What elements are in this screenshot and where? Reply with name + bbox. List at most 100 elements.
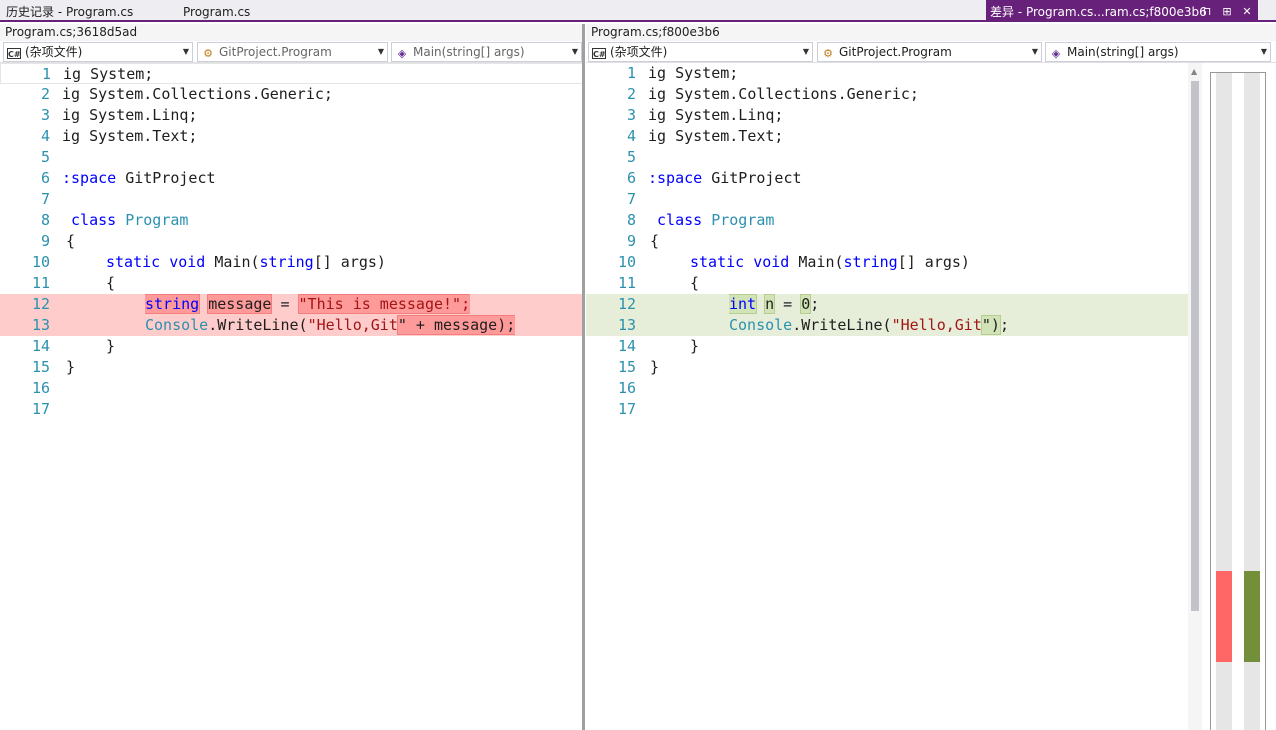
code-line: 5: [586, 147, 1188, 168]
line-number: 7: [40, 190, 50, 208]
scroll-up-arrow-icon[interactable]: ▲: [1191, 67, 1197, 76]
overview-deletion-marker[interactable]: [1216, 571, 1232, 662]
method-icon: ◈: [1051, 47, 1061, 60]
chevron-down-icon: ▼: [802, 47, 809, 56]
left-member-dropdown[interactable]: ◈ Main(string[] args) ▼: [391, 42, 582, 62]
code-line: 3 ig System.Linq;: [586, 105, 1188, 126]
code-line: 17: [586, 399, 1188, 420]
identifier: GitProject: [116, 169, 216, 187]
document-tab-bar: 历史记录 - Program.cs Program.cs 差异 - Progra…: [0, 0, 1276, 22]
vertical-scrollbar[interactable]: ▲: [1188, 63, 1202, 730]
maximize-icon[interactable]: ⊞: [1220, 0, 1234, 24]
code-text: :space GitProject: [62, 168, 216, 189]
keyword: void: [169, 253, 206, 271]
line-number: 17: [617, 400, 636, 418]
pane-splitter[interactable]: [582, 24, 585, 730]
line-number: 10: [617, 253, 636, 271]
line-number: 15: [31, 358, 50, 376]
code-line: 4 ig System.Text;: [0, 126, 583, 147]
left-code-editor[interactable]: 1 ig System; 2 ig System.Collections.Gener…: [0, 63, 583, 730]
right-code-editor[interactable]: 1 ig System; 2 ig System.Collections.Gener…: [586, 63, 1188, 730]
deleted-code-line: 12 string message = "This is message!";: [0, 294, 583, 315]
added-token: n: [764, 294, 776, 314]
overview-addition-marker[interactable]: [1244, 571, 1260, 662]
code-line: 10 static void Main(string[] args): [0, 252, 583, 273]
close-icon[interactable]: ✕: [1240, 0, 1254, 24]
left-class-dropdown[interactable]: ⚙ GitProject.Program ▼: [197, 42, 388, 62]
code-text: ig System;: [648, 64, 739, 82]
code-text: {: [650, 232, 660, 250]
deleted-token: "This is message!";: [297, 294, 471, 314]
added-token: 0: [800, 294, 812, 314]
diff-right-pane: Program.cs;f800e3b6 C# (杂项文件) ▼ ⚙ GitProje…: [586, 24, 1276, 730]
type-name: Console: [729, 316, 793, 334]
code-line: 1 ig System;: [586, 63, 1188, 84]
code-line: 5: [0, 147, 583, 168]
line-number: 6: [626, 169, 636, 187]
identifier: .WriteLine(: [208, 316, 308, 334]
overview-right-column: [1244, 73, 1260, 730]
pin-icon[interactable]: ⊓: [1200, 0, 1214, 24]
code-line: 17: [0, 399, 583, 420]
scrollbar-thumb[interactable]: [1191, 81, 1199, 611]
line-number: 14: [617, 337, 636, 355]
code-line: 16: [586, 378, 1188, 399]
code-text: ig System.Linq;: [648, 106, 784, 124]
line-number: 11: [31, 274, 50, 292]
code-line: 6 :space GitProject: [586, 168, 1188, 189]
left-project-dropdown[interactable]: C# (杂项文件) ▼: [3, 42, 193, 62]
code-line: 7: [586, 189, 1188, 210]
line-number: 3: [626, 106, 636, 124]
code-line: 15}: [586, 357, 1188, 378]
right-class-dropdown[interactable]: ⚙ GitProject.Program ▼: [817, 42, 1042, 62]
right-project-label: (杂项文件): [610, 45, 668, 59]
right-navigation-bar: C# (杂项文件) ▼ ⚙ GitProject.Program ▼ ◈ Main(s…: [586, 41, 1276, 63]
line-number: 12: [31, 295, 50, 313]
tab-diff-active[interactable]: 差异 - Program.cs...ram.cs;f800e3b6 ⊓ ⊞ ✕: [986, 0, 1258, 22]
code-text: class Program: [648, 210, 774, 231]
line-number: 8: [626, 211, 636, 229]
left-project-label: (杂项文件): [25, 45, 83, 59]
keyword: :space: [648, 169, 703, 187]
identifier: Main(: [205, 253, 260, 271]
chevron-down-icon: ▼: [1031, 47, 1038, 56]
tab-history-program[interactable]: 历史记录 - Program.cs: [0, 0, 139, 22]
tab-program-cs[interactable]: Program.cs: [177, 0, 256, 22]
line-number: 13: [617, 316, 636, 334]
identifier: GitProject: [702, 169, 802, 187]
line-number: 1: [41, 65, 51, 83]
keyword: static: [106, 253, 161, 271]
added-code-line: 12 int n = 0;: [586, 294, 1188, 315]
right-project-dropdown[interactable]: C# (杂项文件) ▼: [588, 42, 813, 62]
code-text: }: [690, 337, 700, 355]
identifier: [] args): [313, 253, 386, 271]
right-member-label: Main(string[] args): [1067, 45, 1179, 59]
code-text: {: [690, 274, 700, 292]
type-name: Program: [125, 211, 189, 229]
right-class-label: GitProject.Program: [839, 45, 952, 59]
diff-overview-map[interactable]: [1210, 72, 1266, 730]
keyword: string: [259, 253, 314, 271]
code-line: 14}: [0, 336, 583, 357]
line-number: 4: [626, 127, 636, 145]
added-token: int: [729, 294, 758, 314]
line-number: 10: [31, 253, 50, 271]
right-member-dropdown[interactable]: ◈ Main(string[] args) ▼: [1045, 42, 1271, 62]
code-text: {: [106, 274, 116, 292]
semicolon: ;: [999, 316, 1009, 334]
code-line: 6:space GitProject: [0, 168, 583, 189]
chevron-down-icon: ▼: [1260, 47, 1267, 56]
added-token: "): [980, 315, 1001, 335]
class-icon: ⚙: [823, 47, 833, 60]
identifier: [] args): [897, 253, 970, 271]
line-number: 2: [626, 85, 636, 103]
line-number: 14: [31, 337, 50, 355]
code-line: 15}: [0, 357, 583, 378]
code-line: 10 static void Main(string[] args): [586, 252, 1188, 273]
left-file-title: Program.cs;3618d5ad: [0, 24, 583, 41]
diff-left-pane: Program.cs;3618d5ad C# (杂项文件) ▼ ⚙ GitProje…: [0, 24, 583, 730]
keyword: class: [71, 211, 117, 229]
operator: =: [271, 295, 299, 313]
line-number: 9: [626, 232, 636, 250]
code-line: 3 ig System.Linq;: [0, 105, 583, 126]
